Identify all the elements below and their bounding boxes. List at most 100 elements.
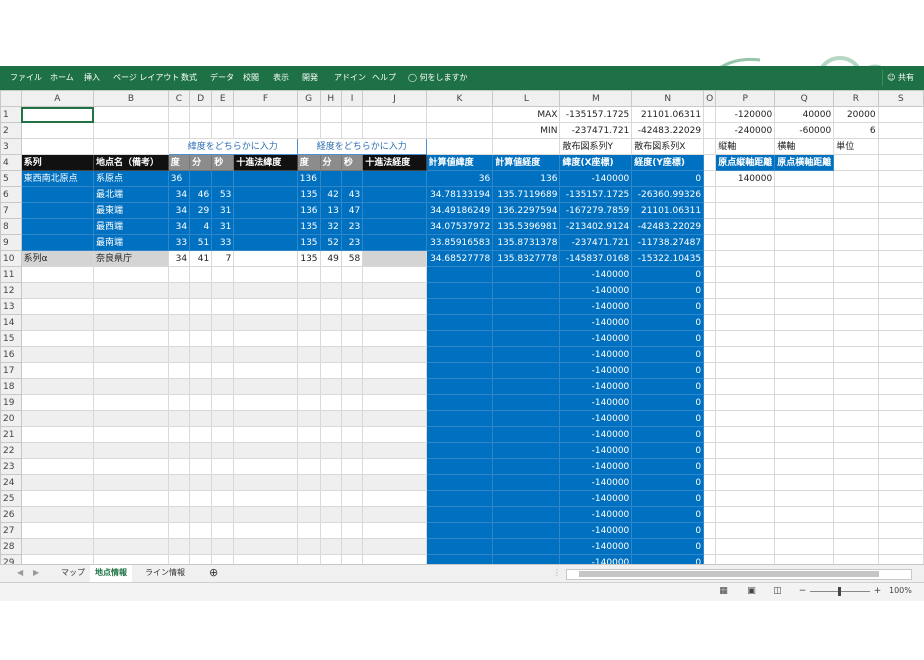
cell-p[interactable]	[715, 522, 776, 539]
cell-n[interactable]: 21101.06311	[631, 202, 705, 219]
cell-l[interactable]	[492, 282, 561, 299]
cell-h[interactable]	[319, 266, 342, 283]
cell-m[interactable]: -140000	[559, 426, 633, 443]
row-header[interactable]: 17	[0, 362, 22, 379]
cell-f[interactable]	[233, 554, 298, 564]
cell-n[interactable]: 0	[631, 458, 705, 475]
cell-s[interactable]	[877, 250, 924, 267]
cell-c[interactable]	[167, 410, 191, 427]
cell-l[interactable]: 136	[492, 170, 561, 187]
cell-p[interactable]	[715, 314, 776, 331]
row-header[interactable]: 28	[0, 538, 22, 555]
cell-l[interactable]	[492, 506, 561, 523]
row-header[interactable]: 24	[0, 474, 22, 491]
cell-e[interactable]: 33	[211, 234, 235, 251]
cell-a[interactable]	[20, 138, 95, 155]
cell-d[interactable]	[189, 506, 213, 523]
cell-r[interactable]	[833, 554, 879, 564]
cell-i[interactable]	[340, 282, 364, 299]
cell-p[interactable]	[715, 234, 776, 251]
cell-g[interactable]	[296, 538, 321, 555]
cell-d[interactable]: 41	[189, 250, 213, 267]
cell-r[interactable]	[833, 314, 879, 331]
cell-k[interactable]: 計算値緯度	[425, 154, 494, 171]
cell-q[interactable]	[774, 170, 835, 187]
row-header[interactable]: 15	[0, 330, 22, 347]
cell-f[interactable]	[233, 442, 298, 459]
cell-p[interactable]	[715, 378, 776, 395]
cell-s[interactable]	[877, 346, 924, 363]
cell-s[interactable]	[877, 426, 924, 443]
cell-o[interactable]	[703, 234, 717, 251]
cell-p[interactable]	[715, 506, 776, 523]
cell-b[interactable]	[93, 474, 169, 491]
cell-b[interactable]	[93, 314, 169, 331]
cell-e[interactable]	[211, 538, 235, 555]
cell-d[interactable]: 46	[189, 186, 213, 203]
cell-l[interactable]	[492, 410, 561, 427]
cell-e[interactable]	[211, 330, 235, 347]
cell-d[interactable]	[189, 410, 213, 427]
cell-m[interactable]: -140000	[559, 282, 633, 299]
cell-f[interactable]	[233, 410, 298, 427]
cell-q[interactable]	[774, 426, 835, 443]
cell-g[interactable]: 135	[296, 218, 321, 235]
cell-f[interactable]	[233, 522, 298, 539]
cell-j[interactable]	[362, 250, 427, 267]
cell-q[interactable]	[774, 458, 835, 475]
cell-q[interactable]	[774, 346, 835, 363]
cell-f[interactable]	[233, 474, 298, 491]
cell-e[interactable]: 31	[211, 218, 235, 235]
cell-o[interactable]	[703, 282, 717, 299]
cell-c[interactable]	[167, 442, 191, 459]
cell-d[interactable]	[189, 298, 213, 315]
cell-f[interactable]	[233, 538, 298, 555]
cell-b[interactable]	[93, 298, 169, 315]
cell-p[interactable]	[715, 330, 776, 347]
cell-j[interactable]	[362, 346, 427, 363]
column-header-h[interactable]: H	[319, 90, 342, 107]
cell-j[interactable]	[362, 538, 427, 555]
cell-l[interactable]	[492, 554, 561, 564]
cell-k[interactable]: 34.07537972	[425, 218, 494, 235]
cell-o[interactable]	[703, 538, 717, 555]
cell-d[interactable]	[189, 346, 213, 363]
cell-m[interactable]: -237471.721	[559, 122, 633, 139]
cell-c[interactable]	[167, 474, 191, 491]
zoom-out-icon[interactable]: −	[797, 586, 808, 596]
cell-m[interactable]: -140000	[559, 474, 633, 491]
column-header-i[interactable]: I	[340, 90, 364, 107]
cell-a[interactable]: 系列α	[20, 250, 95, 267]
cell-h[interactable]	[319, 282, 342, 299]
cell-o[interactable]	[703, 442, 717, 459]
cell-e[interactable]: 53	[211, 186, 235, 203]
cell-p[interactable]: -120000	[715, 106, 776, 123]
sheet-tab-map[interactable]: マップ	[56, 565, 90, 582]
cell-j[interactable]	[362, 298, 427, 315]
cell-r[interactable]	[833, 426, 879, 443]
cell-s[interactable]	[877, 266, 924, 283]
cell-m[interactable]: -140000	[559, 538, 633, 555]
cell-k[interactable]	[425, 122, 494, 139]
cell-o[interactable]	[703, 138, 717, 155]
cell-m[interactable]: -140000	[559, 298, 633, 315]
cell-b[interactable]	[93, 538, 169, 555]
cell-i[interactable]: 秒	[340, 154, 364, 171]
cell-m[interactable]: -167279.7859	[559, 202, 633, 219]
cell-b[interactable]	[93, 330, 169, 347]
cell-d[interactable]	[189, 314, 213, 331]
share-button[interactable]: ☺ 共有	[882, 70, 918, 86]
cell-m[interactable]: -140000	[559, 362, 633, 379]
column-header-a[interactable]: A	[20, 90, 95, 107]
cell-s[interactable]	[877, 314, 924, 331]
cell-q[interactable]	[774, 378, 835, 395]
column-header-f[interactable]: F	[233, 90, 298, 107]
cell-e[interactable]: 7	[211, 250, 235, 267]
tell-me-box[interactable]: ◯ 何をしますか	[408, 66, 468, 90]
cell-i[interactable]: 23	[340, 234, 364, 251]
cell-k[interactable]: 34.78133194	[425, 186, 494, 203]
cell-g[interactable]	[296, 266, 321, 283]
cell-q[interactable]	[774, 506, 835, 523]
cell-r[interactable]	[833, 442, 879, 459]
cell-i[interactable]	[340, 458, 364, 475]
